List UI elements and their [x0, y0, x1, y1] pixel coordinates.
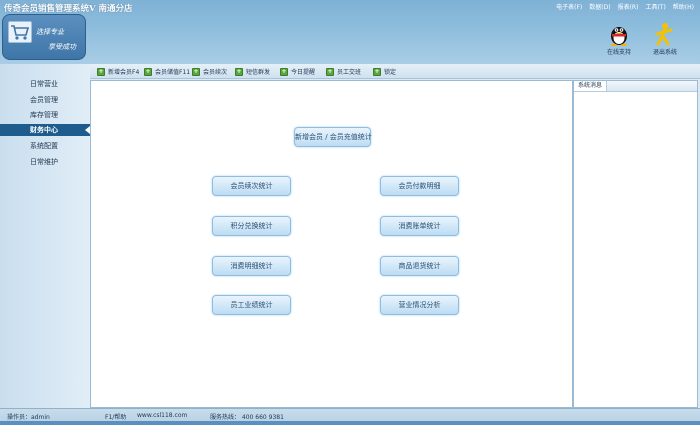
help-shortcut-label: F1/帮助 — [105, 414, 127, 421]
sidebar-item-system-config[interactable]: 系统配置 — [0, 140, 90, 152]
sidebar-item-daily-business[interactable]: 日常营业 — [0, 78, 90, 90]
new-member-recharge-stats-button[interactable]: 新增会员 / 会员充值统计 — [294, 127, 372, 147]
consumption-bill-stats-button[interactable]: 消费账单统计 — [380, 216, 459, 236]
plus-icon: + — [192, 67, 200, 76]
exit-system-label: 退出系统 — [652, 49, 677, 56]
toolbar-today-reminder-button[interactable]: + 今日提醒 — [280, 66, 315, 77]
consumption-detail-stats-button[interactable]: 消费明细统计 — [212, 256, 291, 276]
sidebar-item-member-management[interactable]: 会员管理 — [0, 94, 90, 106]
plus-icon: + — [235, 67, 243, 76]
plus-icon: + — [326, 67, 334, 76]
online-service-button[interactable]: 在线支持 — [602, 22, 636, 56]
toolbar-label: 短信群发 — [246, 69, 271, 76]
website-link[interactable]: www.csl118.com — [137, 412, 187, 419]
tab-system-messages[interactable]: 系统消息 — [574, 81, 608, 91]
toolbar-member-renew-button[interactable]: + 会员续次 — [192, 66, 227, 77]
header-bar: 传奇会员销售管理系统V 南通分店 电子表(F) 数据(D) 报表(R) 工具(T… — [0, 0, 700, 64]
plus-icon: + — [373, 67, 381, 76]
toolbar-member-deposit-button[interactable]: + 会员储值F11 — [144, 66, 190, 77]
menu-item-data[interactable]: 数据(D) — [589, 2, 610, 11]
menu-item-report[interactable]: 报表(R) — [618, 2, 639, 11]
service-hotline-label: 服务热线： 400 660 9381 — [210, 414, 284, 421]
logo-slogan-1: 选择专业 — [36, 28, 64, 36]
system-message-tabbar: 系统消息 — [574, 81, 697, 92]
top-menu: 电子表(F) 数据(D) 报表(R) 工具(T) 帮助(H) — [556, 2, 694, 11]
finance-center-panel: 新增会员 / 会员充值统计 会员续次统计 会员付款明细 积分兑换统计 消费账单统… — [90, 80, 573, 408]
exit-runner-icon — [655, 23, 673, 46]
toolbar-label: 会员储值F11 — [155, 69, 191, 76]
toolbar-lock-button[interactable]: + 锁定 — [373, 66, 396, 77]
menu-item-help[interactable]: 帮助(H) — [673, 2, 694, 11]
menu-item-tools[interactable]: 工具(T) — [645, 2, 665, 11]
toolbar-label: 会员续次 — [203, 69, 228, 76]
toolbar-label: 锁定 — [384, 69, 397, 76]
system-message-panel: 系统消息 — [573, 80, 698, 408]
bottom-border — [0, 421, 700, 425]
menu-item-spreadsheet[interactable]: 电子表(F) — [556, 2, 582, 11]
sidebar-item-finance-center[interactable]: 财务中心 — [0, 124, 90, 136]
member-payment-detail-button[interactable]: 会员付款明细 — [380, 176, 459, 196]
plus-icon: + — [280, 67, 288, 76]
online-service-label: 在线支持 — [606, 49, 631, 56]
plus-icon: + — [97, 67, 105, 76]
toolbar-label: 员工交班 — [337, 69, 362, 76]
toolbar-sms-broadcast-button[interactable]: + 短信群发 — [235, 66, 270, 77]
sidebar-item-daily-maintenance[interactable]: 日常维护 — [0, 156, 90, 168]
qq-penguin-icon — [611, 27, 627, 46]
toolbar-new-member-button[interactable]: + 新增会员F4 — [97, 66, 139, 77]
app-logo: 选择专业 享受成功 — [2, 14, 86, 60]
sidebar-item-inventory-management[interactable]: 库存管理 — [0, 109, 90, 121]
sidebar: 日常营业 会员管理 库存管理 财务中心 系统配置 日常维护 — [0, 64, 90, 409]
toolbar-label: 新增会员F4 — [108, 69, 140, 76]
app-title: 传奇会员销售管理系统V 南通分店 — [4, 4, 133, 14]
plus-icon: + — [144, 67, 152, 76]
exit-system-button[interactable]: 退出系统 — [648, 22, 682, 56]
points-exchange-stats-button[interactable]: 积分兑换统计 — [212, 216, 291, 236]
staff-performance-stats-button[interactable]: 员工业绩统计 — [212, 295, 291, 315]
member-visit-stats-button[interactable]: 会员续次统计 — [212, 176, 291, 196]
business-analysis-button[interactable]: 营业情况分析 — [380, 295, 459, 315]
operator-label: 操作员：admin — [7, 414, 50, 421]
toolbar-shift-handover-button[interactable]: + 员工交班 — [326, 66, 361, 77]
shopping-cart-icon — [8, 21, 32, 43]
toolbar-label: 今日提醒 — [291, 69, 316, 76]
quick-toolbar: + 新增会员F4 + 会员储值F11 + 会员续次 + 短信群发 + 今日提醒 … — [90, 64, 700, 79]
product-return-stats-button[interactable]: 商品退货统计 — [380, 256, 459, 276]
logo-slogan-2: 享受成功 — [48, 43, 76, 51]
